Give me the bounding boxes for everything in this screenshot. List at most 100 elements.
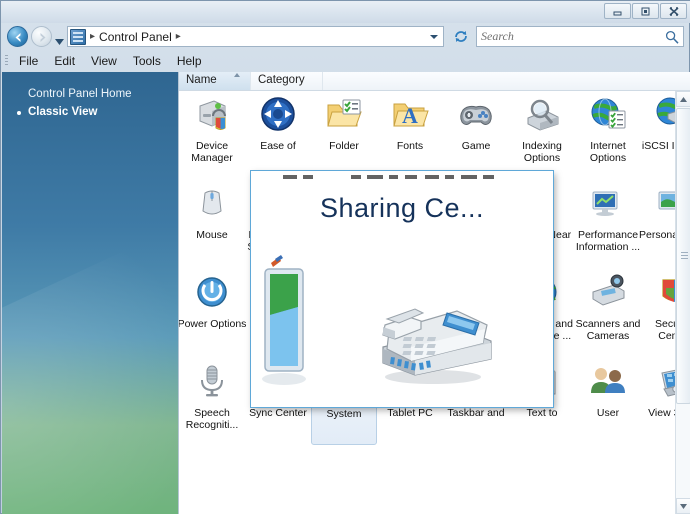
cp-item-view-32-bit[interactable]: View 32-bit: [641, 356, 676, 445]
cp-item-label: Security Center: [655, 318, 676, 342]
magnified-item-label: Sharing Ce...: [319, 193, 485, 223]
scrollbar-grip: [681, 252, 688, 260]
speech-recognition-icon: [190, 361, 234, 405]
game-controllers-icon: [454, 94, 498, 138]
cp-item-game[interactable]: Game: [443, 91, 509, 178]
ease-of-access-icon: [256, 94, 300, 138]
sort-ascending-icon: [234, 73, 240, 77]
menu-item-edit[interactable]: Edit: [46, 52, 83, 70]
address-bar[interactable]: ▸ Control Panel ▸: [67, 26, 444, 47]
cp-item-internet-options[interactable]: Internet Options: [575, 91, 641, 178]
scanners-cameras-icon: [586, 272, 630, 316]
refresh-button[interactable]: [450, 26, 472, 47]
folder-options-icon: [322, 94, 366, 138]
cp-item-mouse[interactable]: Mouse: [179, 178, 245, 267]
cp-item-label: User: [596, 407, 620, 419]
fonts-icon: A: [388, 94, 432, 138]
internet-options-icon: [586, 94, 630, 138]
bullet-icon: [17, 111, 21, 115]
maximize-button[interactable]: [632, 3, 659, 19]
navigation-bar: ▸ Control Panel ▸ Search: [1, 23, 690, 50]
column-header-name-label: Name: [186, 74, 217, 86]
cp-item-label: iSCSI Initiator: [641, 140, 676, 152]
cp-item-label: Speech Recogniti...: [185, 407, 239, 431]
column-header-row: Name Category: [179, 72, 690, 91]
cp-item-security-center[interactable]: Security Center: [641, 267, 676, 356]
menu-item-view[interactable]: View: [83, 52, 125, 70]
magnified-clipped-labels: [255, 175, 549, 185]
scrollbar-thumb[interactable]: [676, 108, 690, 404]
menu-item-tools[interactable]: Tools: [125, 52, 169, 70]
scroll-up-button[interactable]: [676, 91, 690, 107]
cp-item-label: Ease of: [260, 140, 296, 152]
minimize-button[interactable]: [604, 3, 631, 19]
mouse-icon: [190, 183, 234, 227]
cp-item-fonts[interactable]: A Fonts: [377, 91, 443, 178]
cp-item-user[interactable]: User: [575, 356, 641, 445]
column-header-category-label: Category: [258, 74, 305, 86]
security-center-icon: [652, 272, 676, 316]
cp-item-label: Text to: [526, 407, 558, 419]
cp-item-personalization[interactable]: Personalization: [639, 178, 676, 267]
cp-item-label: Personalization: [639, 229, 676, 241]
cp-item-label: Mouse: [196, 229, 228, 241]
magnified-monitor-icon: [259, 255, 309, 395]
magnified-fax-icon: [365, 285, 492, 384]
cp-item-device-manager[interactable]: Device Manager: [179, 91, 245, 178]
breadcrumb-sep-right[interactable]: ▸: [172, 31, 185, 42]
refresh-icon: [455, 31, 467, 42]
window-controls: [604, 3, 687, 19]
cp-item-iscsi-initiator[interactable]: iSCSI Initiator: [641, 91, 676, 178]
menu-grip: [5, 55, 8, 67]
scroll-down-button[interactable]: [676, 498, 690, 514]
column-header-filler: [323, 72, 690, 90]
sidebar-item-label: Classic View: [28, 106, 98, 118]
cp-item-label: Device Manager: [191, 140, 233, 164]
forward-arrow-icon: [40, 33, 46, 42]
cp-item-performance-information[interactable]: Performance Information ...: [575, 178, 641, 267]
cp-item-scanners-and-cameras[interactable]: Scanners and Cameras: [575, 267, 641, 356]
cp-item-label: Fonts: [396, 140, 424, 152]
close-button[interactable]: [660, 3, 687, 19]
cp-item-folder[interactable]: Folder: [311, 91, 377, 178]
cp-item-label: View 32-bit: [648, 407, 676, 419]
vertical-scrollbar[interactable]: [675, 91, 690, 514]
breadcrumb[interactable]: Control Panel: [99, 30, 172, 44]
cp-item-speech-recogniti[interactable]: Speech Recogniti...: [179, 356, 245, 445]
recent-pages-button[interactable]: [55, 33, 64, 45]
sidebar-item-classic-view[interactable]: Classic View: [17, 103, 178, 121]
user-accounts-icon: [586, 361, 630, 405]
cp-item-label: Internet Options: [589, 140, 627, 164]
cp-item-ease-of[interactable]: Ease of: [245, 91, 311, 178]
svg-text:A: A: [402, 103, 418, 128]
breadcrumb-sep-left: ▸: [90, 31, 96, 42]
cp-item-label: Sync Center: [249, 407, 307, 419]
caret-up-icon: [680, 96, 687, 102]
cp-item-label: System: [326, 408, 362, 420]
search-box[interactable]: Search: [476, 26, 684, 47]
control-panel-window: ▸ Control Panel ▸ Search File Edit View: [0, 0, 690, 514]
chevron-down-icon: [55, 39, 64, 45]
personalization-icon: [652, 183, 676, 227]
cp-item-label: Power Options: [179, 318, 247, 330]
cp-item-label: Folder: [329, 140, 359, 152]
navigation-pane: Control Panel Home Classic View: [2, 72, 178, 514]
power-options-icon: [190, 272, 234, 316]
title-bar: [1, 1, 690, 23]
cp-item-label: Tablet PC: [387, 407, 433, 419]
chevron-down-icon[interactable]: [430, 34, 438, 39]
view-32bit-icon: [652, 361, 676, 405]
menu-item-help[interactable]: Help: [169, 52, 210, 70]
forward-button[interactable]: [31, 26, 52, 47]
control-panel-icon: [70, 28, 86, 45]
cp-item-label: Taskbar and: [447, 407, 505, 419]
cp-item-label: Game: [461, 140, 491, 152]
cp-item-indexing-options[interactable]: Indexing Options: [509, 91, 575, 178]
menu-item-file[interactable]: File: [11, 52, 46, 70]
back-button[interactable]: [7, 26, 28, 47]
sidebar-item-control-panel-home[interactable]: Control Panel Home: [28, 85, 178, 103]
column-header-name[interactable]: Name: [179, 72, 251, 90]
cp-item-power-options[interactable]: Power Options: [179, 267, 247, 356]
column-header-category[interactable]: Category: [251, 72, 323, 90]
search-input[interactable]: Search: [481, 29, 665, 44]
